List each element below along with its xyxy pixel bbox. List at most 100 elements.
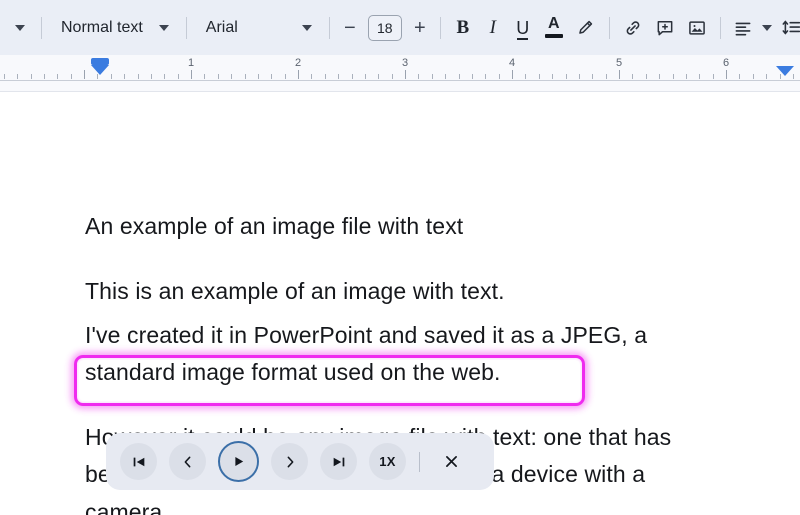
ruler-tick-major — [191, 70, 192, 79]
ruler-number: 6 — [722, 57, 730, 69]
ruler-tick-minor — [552, 74, 554, 79]
close-player-button[interactable] — [433, 443, 470, 480]
ruler-tick-minor — [57, 74, 59, 79]
toolbar-divider — [328, 16, 330, 39]
document-page[interactable]: An example of an image file with text Th… — [0, 92, 800, 515]
ruler-tick-major — [512, 70, 513, 79]
ruler-tick-minor — [244, 74, 246, 79]
add-comment-button[interactable] — [649, 11, 681, 45]
ruler-tick-major — [84, 70, 85, 79]
formatting-toolbar: Normal text Arial − 18 + B I U A — [0, 0, 800, 55]
ruler-tick-minor — [538, 74, 540, 79]
ruler-tick-minor — [685, 74, 687, 79]
underline-icon: U — [516, 17, 530, 40]
insert-image-button[interactable] — [681, 11, 713, 45]
left-indent-marker[interactable] — [91, 58, 110, 75]
line-spacing-icon — [777, 13, 800, 43]
ruler-tick-minor — [164, 74, 166, 79]
toolbar-overflow-button[interactable] — [6, 11, 34, 45]
ruler-tick-minor — [525, 74, 527, 79]
ruler-tick-minor — [284, 74, 286, 79]
align-dropdown-button[interactable] — [758, 11, 776, 45]
ruler-tick-minor — [431, 74, 433, 79]
ruler-tick-minor — [150, 74, 152, 79]
font-size-stepper: − 18 + — [337, 13, 433, 43]
ruler-tick-minor — [739, 74, 741, 79]
ruler-tick-minor — [471, 74, 473, 79]
ruler-tick-minor — [231, 74, 233, 79]
ruler-tick-minor — [712, 74, 714, 79]
skip-to-start-button[interactable] — [120, 443, 157, 480]
ruler-tick-minor — [699, 74, 701, 79]
link-icon — [618, 13, 648, 43]
chevron-down-icon — [761, 24, 772, 31]
insert-link-button[interactable] — [617, 11, 649, 45]
toolbar-divider — [41, 16, 42, 39]
ruler-tick-minor — [137, 74, 139, 79]
text-color-button[interactable]: A — [538, 11, 570, 45]
skip-to-end-icon — [333, 457, 344, 466]
ruler-tick-minor — [659, 74, 661, 79]
ruler-tick-minor — [204, 74, 206, 79]
toolbar-divider — [719, 16, 721, 39]
text-color-icon: A — [539, 13, 569, 43]
pen-highlighter-icon — [571, 13, 601, 43]
ruler-number: 5 — [615, 57, 623, 69]
increase-font-size-button[interactable]: + — [407, 13, 433, 43]
toolbar-divider — [185, 16, 187, 39]
paragraph-style-label: Normal text — [61, 18, 143, 36]
ruler-tick-minor — [445, 74, 447, 79]
ruler-tick-minor — [30, 74, 32, 79]
ruler-tick-minor — [17, 74, 19, 79]
play-icon — [235, 457, 244, 466]
ruler-tick-minor — [418, 74, 420, 79]
ruler-tick-minor — [70, 74, 72, 79]
italic-button[interactable]: I — [478, 11, 508, 45]
ruler-tick-minor — [351, 74, 353, 79]
chevron-down-icon — [15, 24, 25, 31]
ruler-tick-major — [619, 70, 620, 79]
ruler-tick-minor — [766, 74, 768, 79]
ruler-tick-minor — [257, 74, 259, 79]
skip-to-start-icon — [133, 457, 144, 466]
ruler-tick-minor — [271, 74, 273, 79]
next-button[interactable] — [271, 443, 308, 480]
chevron-down-icon — [301, 24, 312, 31]
ruler-tick-major — [298, 70, 299, 79]
comment-plus-icon — [650, 13, 680, 43]
chevron-left-icon — [184, 456, 190, 467]
play-button[interactable] — [218, 441, 259, 482]
highlight-color-button[interactable] — [570, 11, 602, 45]
player-divider — [419, 451, 420, 472]
paragraph-style-dropdown[interactable]: Normal text — [49, 11, 179, 45]
playback-speed-button[interactable]: 1X — [369, 443, 406, 480]
decrease-font-size-button[interactable]: − — [337, 13, 363, 43]
underline-button[interactable]: U — [508, 11, 538, 45]
italic-icon: I — [489, 16, 496, 38]
bold-button[interactable]: B — [448, 11, 478, 45]
ruler-number: 4 — [508, 57, 516, 69]
ruler-tick-minor — [324, 74, 326, 79]
font-family-dropdown[interactable]: Arial — [194, 11, 322, 45]
font-size-input[interactable]: 18 — [367, 14, 402, 41]
align-left-icon — [728, 13, 758, 43]
ruler-tick-minor — [3, 74, 5, 79]
document-paragraph-3: I've created it in PowerPoint and saved … — [85, 322, 648, 386]
ruler-tick-minor — [605, 74, 607, 79]
ruler-tick-minor — [498, 74, 500, 79]
right-indent-marker[interactable] — [775, 66, 794, 76]
document-ruler[interactable]: 1 2 3 4 5 6 — [0, 55, 800, 92]
line-spacing-button[interactable] — [776, 11, 800, 45]
align-button[interactable] — [728, 11, 758, 45]
screen-root: Normal text Arial − 18 + B I U A 1 2 3 4… — [0, 0, 800, 515]
ruler-tick-minor — [578, 74, 580, 79]
toolbar-divider — [608, 16, 610, 39]
close-icon — [446, 456, 457, 467]
skip-to-end-button[interactable] — [320, 443, 357, 480]
toolbar-divider — [439, 16, 441, 39]
font-family-label: Arial — [205, 18, 238, 36]
previous-button[interactable] — [169, 443, 206, 480]
ruler-tick-minor — [752, 74, 754, 79]
ruler-tick-minor — [177, 74, 179, 79]
bold-icon: B — [456, 16, 470, 38]
